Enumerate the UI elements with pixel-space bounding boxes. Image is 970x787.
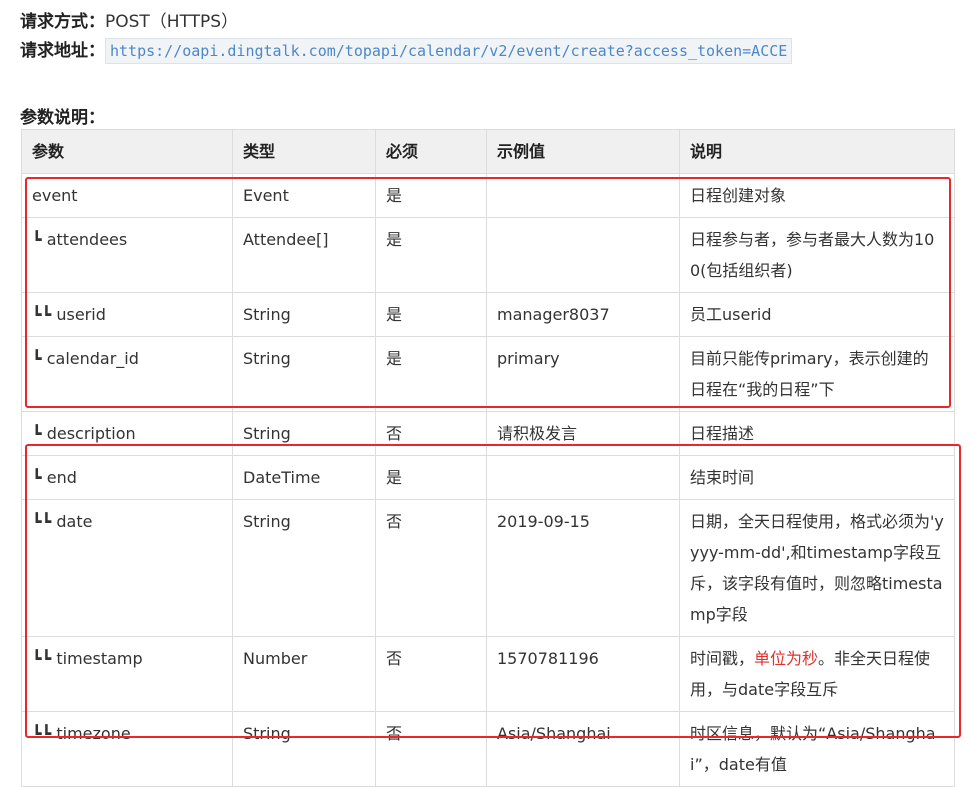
cell-type: String: [232, 711, 376, 787]
request-method-label: 请求方式：: [20, 12, 105, 32]
cell-required: 是: [375, 336, 487, 412]
request-url-label: 请求地址：: [20, 41, 105, 61]
cell-example: 1570781196: [486, 636, 680, 712]
header-required: 必须: [375, 129, 487, 174]
cell-param: ┗┗ date: [21, 499, 233, 637]
desc-emphasis: 单位为秒: [754, 649, 819, 668]
cell-param: ┗ attendees: [21, 217, 233, 293]
cell-type: String: [232, 499, 376, 637]
cell-param: ┗ end: [21, 455, 233, 500]
cell-description: 日期，全天日程使用，格式必须为'yyyy-mm-dd',和timestamp字段…: [679, 499, 955, 637]
table-row: ┗ description String 否 请积极发言 日程描述: [21, 411, 955, 456]
cell-description: 日程创建对象: [679, 173, 955, 218]
cell-example: [486, 455, 680, 500]
request-url-value[interactable]: https://oapi.dingtalk.com/topapi/calenda…: [105, 38, 793, 64]
header-description: 说明: [679, 129, 955, 174]
cell-example: 请积极发言: [486, 411, 680, 456]
cell-required: 是: [375, 292, 487, 337]
table-row: ┗┗ timestamp Number 否 1570781196 时间戳，单位为…: [21, 636, 955, 712]
table-row: event Event 是 日程创建对象: [21, 173, 955, 218]
table-row: ┗┗ timezone String 否 Asia/Shanghai 时区信息，…: [21, 711, 955, 787]
cell-required: 是: [375, 455, 487, 500]
cell-example: 2019-09-15: [486, 499, 680, 637]
cell-type: String: [232, 336, 376, 412]
params-section-title: 参数说明：: [20, 108, 105, 128]
cell-example: [486, 173, 680, 218]
cell-type: Event: [232, 173, 376, 218]
cell-type: Number: [232, 636, 376, 712]
cell-required: 否: [375, 636, 487, 712]
request-method-line: 请求方式：POST（HTTPS）: [20, 7, 238, 32]
table-row: ┗ attendees Attendee[] 是 日程参与者，参与者最大人数为1…: [21, 217, 955, 293]
cell-param: ┗ description: [21, 411, 233, 456]
cell-param: ┗┗ timezone: [21, 711, 233, 787]
desc-text: 时间戳，: [690, 649, 755, 668]
cell-description: 目前只能传primary，表示创建的日程在“我的日程”下: [679, 336, 955, 412]
cell-example: primary: [486, 336, 680, 412]
cell-description: 时间戳，单位为秒。非全天日程使用，与date字段互斥: [679, 636, 955, 712]
cell-required: 否: [375, 711, 487, 787]
cell-type: String: [232, 411, 376, 456]
table-row: ┗ calendar_id String 是 primary 目前只能传prim…: [21, 336, 955, 412]
cell-example: [486, 217, 680, 293]
cell-description: 结束时间: [679, 455, 955, 500]
table-row: ┗ end DateTime 是 结束时间: [21, 455, 955, 500]
cell-description: 日程参与者，参与者最大人数为100(包括组织者): [679, 217, 955, 293]
cell-required: 否: [375, 499, 487, 637]
cell-description: 员工userid: [679, 292, 955, 337]
cell-example: Asia/Shanghai: [486, 711, 680, 787]
header-type: 类型: [232, 129, 376, 174]
cell-required: 是: [375, 173, 487, 218]
cell-type: String: [232, 292, 376, 337]
cell-example: manager8037: [486, 292, 680, 337]
cell-type: Attendee[]: [232, 217, 376, 293]
request-method-value: POST（HTTPS）: [105, 12, 239, 32]
params-table: 参数 类型 必须 示例值 说明 event Event 是 日程创建对象 ┗ a…: [21, 129, 955, 787]
cell-description: 时区信息，默认为“Asia/Shanghai”，date有值: [679, 711, 955, 787]
cell-param: ┗ calendar_id: [21, 336, 233, 412]
header-param: 参数: [21, 129, 233, 174]
cell-param: event: [21, 173, 233, 218]
cell-param: ┗┗ userid: [21, 292, 233, 337]
table-header-row: 参数 类型 必须 示例值 说明: [21, 129, 955, 174]
table-row: ┗┗ date String 否 2019-09-15 日期，全天日程使用，格式…: [21, 499, 955, 637]
request-url-line: 请求地址： https://oapi.dingtalk.com/topapi/ca…: [20, 36, 793, 64]
cell-type: DateTime: [232, 455, 376, 500]
cell-description: 日程描述: [679, 411, 955, 456]
cell-required: 否: [375, 411, 487, 456]
table-row: ┗┗ userid String 是 manager8037 员工userid: [21, 292, 955, 337]
cell-param: ┗┗ timestamp: [21, 636, 233, 712]
cell-required: 是: [375, 217, 487, 293]
header-example: 示例值: [486, 129, 680, 174]
